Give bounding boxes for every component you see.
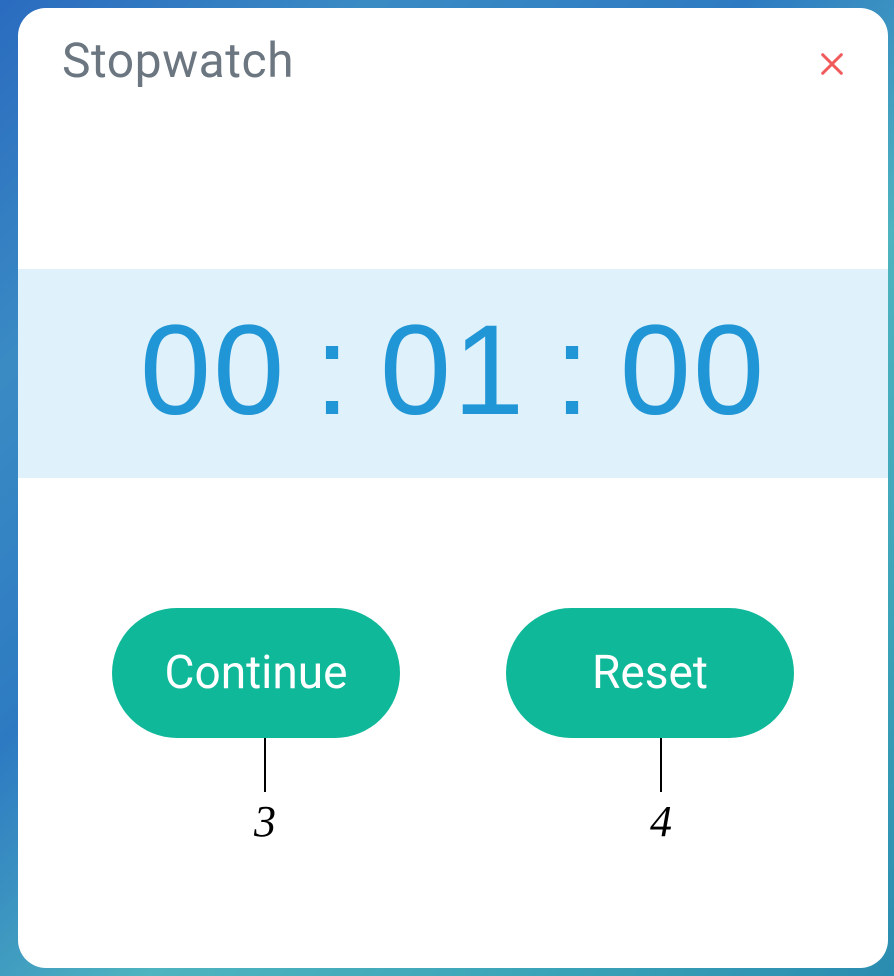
reset-button[interactable]: Reset [506,608,794,738]
annotation-callout-4: 4 [650,738,672,847]
continue-button[interactable]: Continue [112,608,400,738]
stopwatch-panel: Stopwatch 00:01:00 Continue Reset 3 4 [18,8,888,968]
time-separator: : [286,297,380,444]
annotation-label: 3 [254,796,276,847]
time-display-strip: 00:01:00 [18,269,888,478]
annotation-label: 4 [650,796,672,847]
header: Stopwatch [18,8,888,89]
time-separator: : [526,297,620,444]
annotation-callout-3: 3 [254,738,276,847]
time-display: 00:01:00 [140,297,766,444]
annotation-layer: 3 4 [18,738,888,888]
panel-title: Stopwatch [62,32,294,89]
buttons-row: Continue Reset [18,608,888,738]
close-icon[interactable] [814,46,850,82]
time-minutes: 01 [380,299,526,442]
time-hours: 00 [140,299,286,442]
annotation-line [660,738,662,792]
time-seconds: 00 [620,299,766,442]
annotation-line [264,738,266,792]
